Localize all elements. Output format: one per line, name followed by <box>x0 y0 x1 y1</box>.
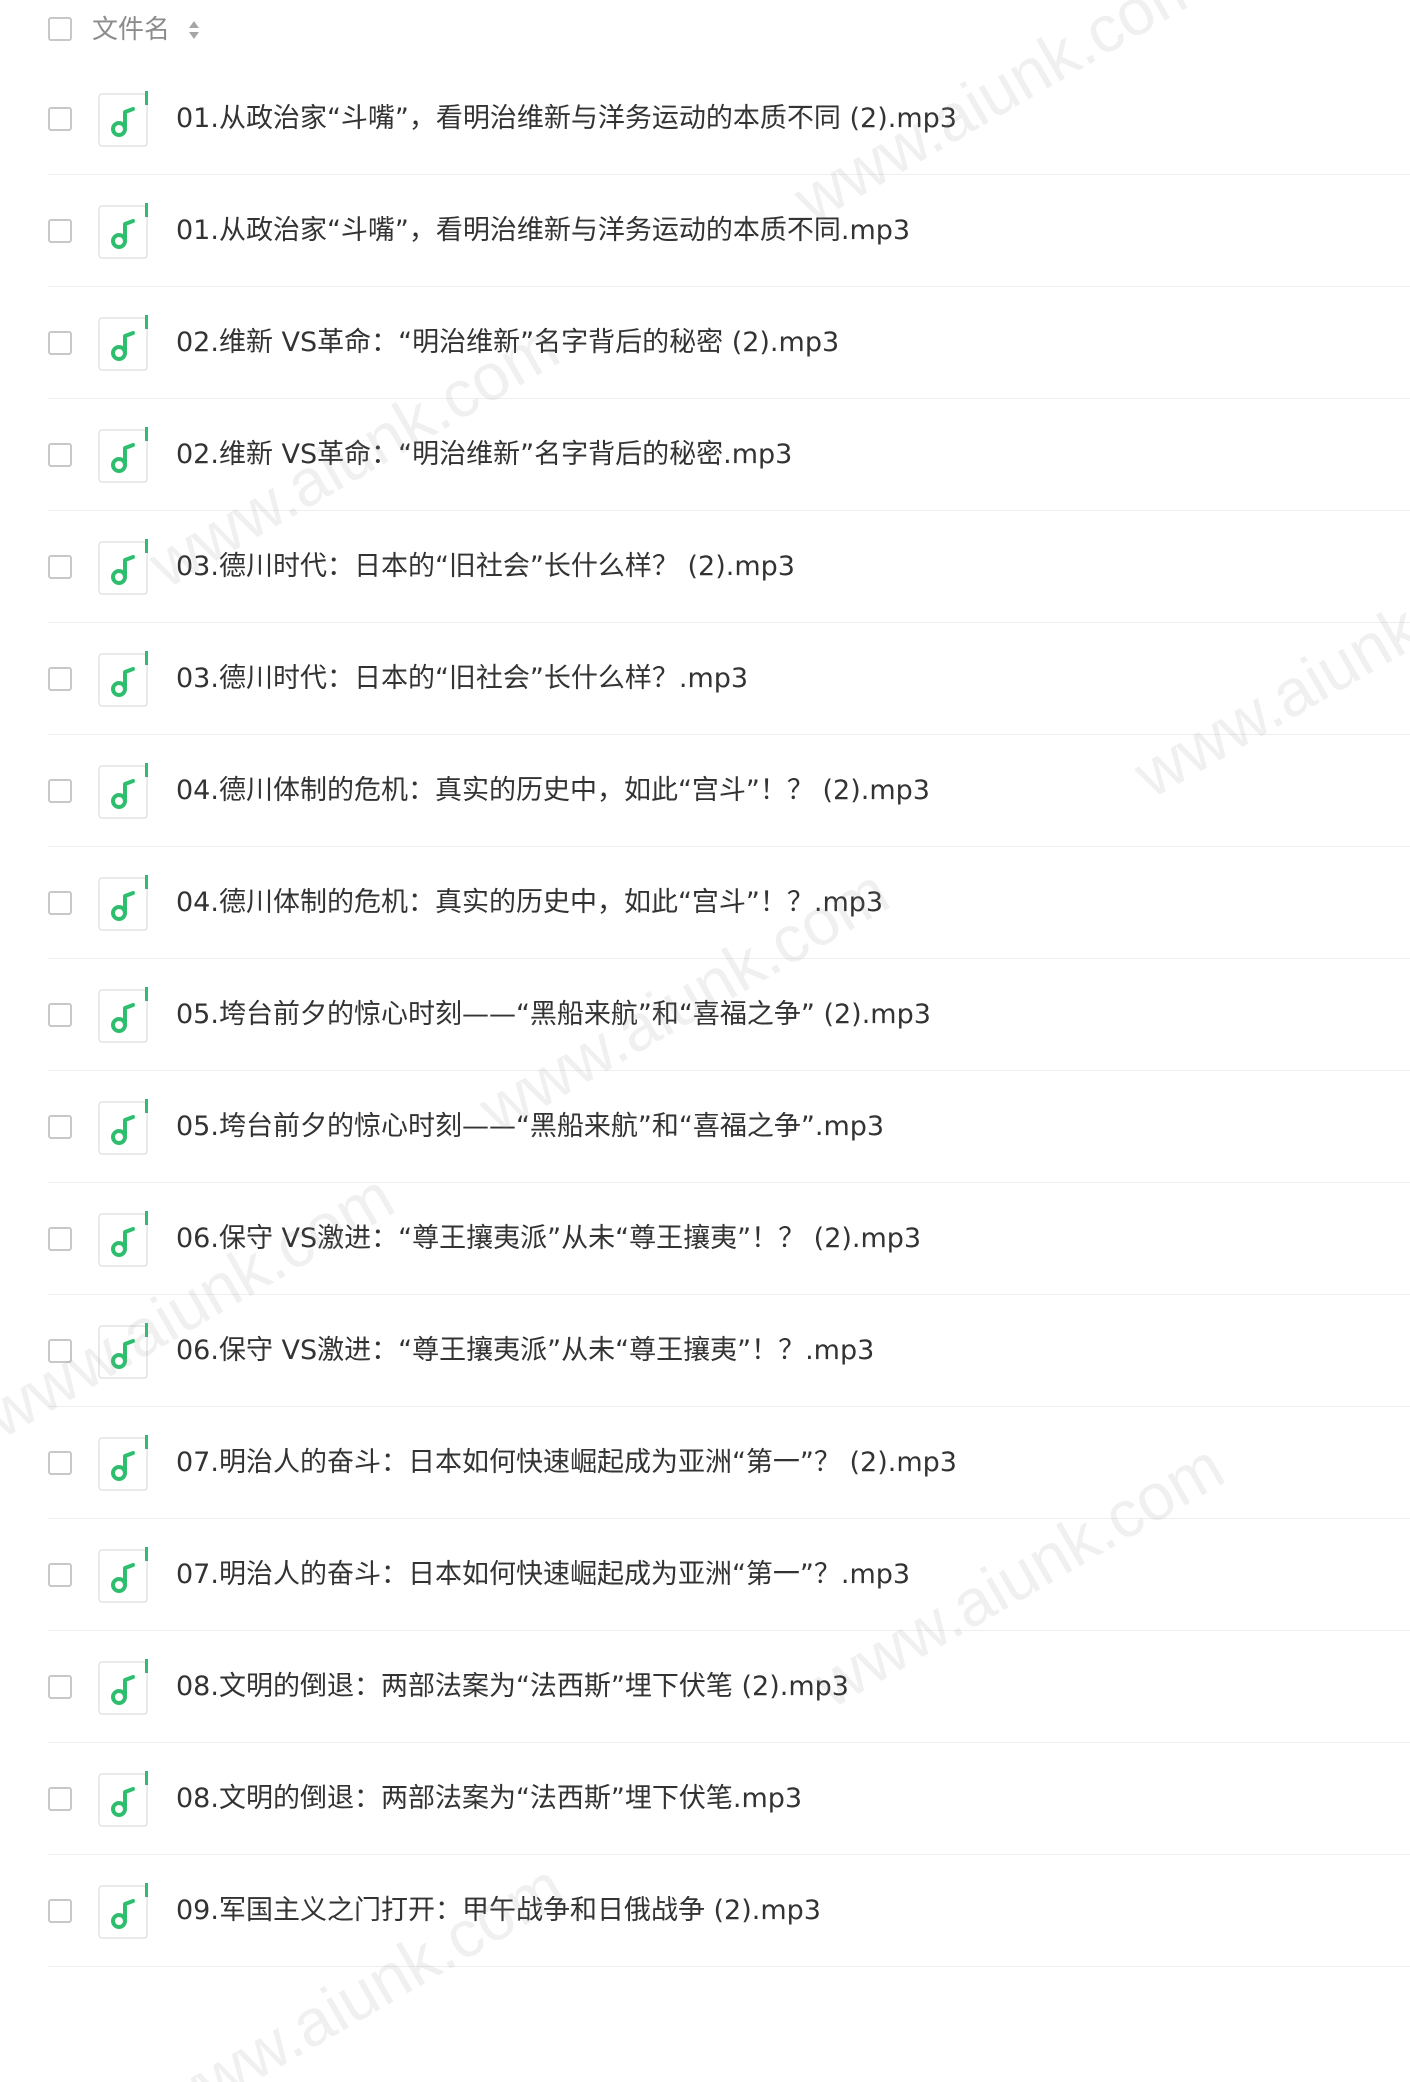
file-checkbox[interactable] <box>48 1451 72 1475</box>
file-row-17[interactable]: 09.军国主义之门打开：甲午战争和日俄战争 (2).mp3 <box>0 1855 1410 1967</box>
file-row-13[interactable]: 07.明治人的奋斗：日本如何快速崛起成为亚洲“第一”？ (2).mp3 <box>0 1407 1410 1519</box>
file-checkbox[interactable] <box>48 1675 72 1699</box>
file-name[interactable]: 07.明治人的奋斗：日本如何快速崛起成为亚洲“第一”？ (2).mp3 <box>176 1443 957 1483</box>
file-checkbox[interactable] <box>48 1115 72 1139</box>
file-checkbox[interactable] <box>48 1003 72 1027</box>
music-note-icon <box>98 1099 148 1155</box>
file-row-16[interactable]: 08.文明的倒退：两部法案为“法西斯”埋下伏笔.mp3 <box>0 1743 1410 1855</box>
file-checkbox[interactable] <box>48 1563 72 1587</box>
file-checkbox[interactable] <box>48 331 72 355</box>
file-checkbox[interactable] <box>48 443 72 467</box>
file-checkbox[interactable] <box>48 667 72 691</box>
file-name[interactable]: 01.从政治家“斗嘴”，看明治维新与洋务运动的本质不同 (2).mp3 <box>176 99 957 139</box>
file-row-8[interactable]: 04.德川体制的危机：真实的历史中，如此“宫斗”！？.mp3 <box>0 847 1410 959</box>
music-note-icon <box>98 875 148 931</box>
music-note-icon <box>98 91 148 147</box>
file-row-1[interactable]: 01.从政治家“斗嘴”，看明治维新与洋务运动的本质不同 (2).mp3 <box>0 63 1410 175</box>
music-note-icon <box>98 763 148 819</box>
file-checkbox[interactable] <box>48 1227 72 1251</box>
file-checkbox[interactable] <box>48 1899 72 1923</box>
file-row-4[interactable]: 02.维新 VS革命：“明治维新”名字背后的秘密.mp3 <box>0 399 1410 511</box>
file-name[interactable]: 04.德川体制的危机：真实的历史中，如此“宫斗”！？.mp3 <box>176 883 883 923</box>
file-row-6[interactable]: 03.德川时代：日本的“旧社会”长什么样？.mp3 <box>0 623 1410 735</box>
file-row-3[interactable]: 02.维新 VS革命：“明治维新”名字背后的秘密 (2).mp3 <box>0 287 1410 399</box>
file-name[interactable]: 04.德川体制的危机：真实的历史中，如此“宫斗”！？ (2).mp3 <box>176 771 930 811</box>
file-row-15[interactable]: 08.文明的倒退：两部法案为“法西斯”埋下伏笔 (2).mp3 <box>0 1631 1410 1743</box>
music-note-icon <box>98 539 148 595</box>
file-row-5[interactable]: 03.德川时代：日本的“旧社会”长什么样？ (2).mp3 <box>0 511 1410 623</box>
filename-column-header[interactable]: 文件名 <box>92 12 170 48</box>
file-row-10[interactable]: 05.垮台前夕的惊心时刻——“黑船来航”和“喜福之争”.mp3 <box>0 1071 1410 1183</box>
file-checkbox[interactable] <box>48 1787 72 1811</box>
music-note-icon <box>98 1883 148 1939</box>
file-name[interactable]: 09.军国主义之门打开：甲午战争和日俄战争 (2).mp3 <box>176 1891 821 1931</box>
music-note-icon <box>98 1323 148 1379</box>
file-checkbox[interactable] <box>48 107 72 131</box>
file-rows: 01.从政治家“斗嘴”，看明治维新与洋务运动的本质不同 (2).mp3 01.从… <box>0 63 1410 1967</box>
file-row-9[interactable]: 05.垮台前夕的惊心时刻——“黑船来航”和“喜福之争” (2).mp3 <box>0 959 1410 1071</box>
file-name[interactable]: 02.维新 VS革命：“明治维新”名字背后的秘密 (2).mp3 <box>176 323 839 363</box>
file-checkbox[interactable] <box>48 219 72 243</box>
file-name[interactable]: 08.文明的倒退：两部法案为“法西斯”埋下伏笔 (2).mp3 <box>176 1667 849 1707</box>
file-row-11[interactable]: 06.保守 VS激进：“尊王攘夷派”从未“尊王攘夷”！？ (2).mp3 <box>0 1183 1410 1295</box>
file-row-12[interactable]: 06.保守 VS激进：“尊王攘夷派”从未“尊王攘夷”！？.mp3 <box>0 1295 1410 1407</box>
music-note-icon <box>98 1659 148 1715</box>
file-checkbox[interactable] <box>48 891 72 915</box>
file-name[interactable]: 05.垮台前夕的惊心时刻——“黑船来航”和“喜福之争”.mp3 <box>176 1107 884 1147</box>
music-note-icon <box>98 651 148 707</box>
music-note-icon <box>98 427 148 483</box>
select-all-checkbox[interactable] <box>48 17 72 41</box>
file-row-2[interactable]: 01.从政治家“斗嘴”，看明治维新与洋务运动的本质不同.mp3 <box>0 175 1410 287</box>
file-checkbox[interactable] <box>48 779 72 803</box>
file-name[interactable]: 06.保守 VS激进：“尊王攘夷派”从未“尊王攘夷”！？.mp3 <box>176 1331 874 1371</box>
music-note-icon <box>98 1547 148 1603</box>
file-name[interactable]: 05.垮台前夕的惊心时刻——“黑船来航”和“喜福之争” (2).mp3 <box>176 995 931 1035</box>
music-note-icon <box>98 315 148 371</box>
file-list-header: 文件名 <box>0 0 1410 60</box>
file-name[interactable]: 06.保守 VS激进：“尊王攘夷派”从未“尊王攘夷”！？ (2).mp3 <box>176 1219 921 1259</box>
file-row-7[interactable]: 04.德川体制的危机：真实的历史中，如此“宫斗”！？ (2).mp3 <box>0 735 1410 847</box>
file-list: 文件名 01.从政治家“斗嘴”，看明治维新与洋务运动的本质不同 (2).mp3 … <box>0 0 1410 1967</box>
file-name[interactable]: 08.文明的倒退：两部法案为“法西斯”埋下伏笔.mp3 <box>176 1779 802 1819</box>
music-note-icon <box>98 987 148 1043</box>
file-row-14[interactable]: 07.明治人的奋斗：日本如何快速崛起成为亚洲“第一”？.mp3 <box>0 1519 1410 1631</box>
file-name[interactable]: 02.维新 VS革命：“明治维新”名字背后的秘密.mp3 <box>176 435 792 475</box>
music-note-icon <box>98 1211 148 1267</box>
file-name[interactable]: 03.德川时代：日本的“旧社会”长什么样？.mp3 <box>176 659 748 699</box>
music-note-icon <box>98 1435 148 1491</box>
file-name[interactable]: 01.从政治家“斗嘴”，看明治维新与洋务运动的本质不同.mp3 <box>176 211 910 251</box>
music-note-icon <box>98 203 148 259</box>
file-name[interactable]: 03.德川时代：日本的“旧社会”长什么样？ (2).mp3 <box>176 547 795 587</box>
sort-icon[interactable] <box>188 18 200 42</box>
file-checkbox[interactable] <box>48 1339 72 1363</box>
file-checkbox[interactable] <box>48 555 72 579</box>
file-name[interactable]: 07.明治人的奋斗：日本如何快速崛起成为亚洲“第一”？.mp3 <box>176 1555 910 1595</box>
music-note-icon <box>98 1771 148 1827</box>
